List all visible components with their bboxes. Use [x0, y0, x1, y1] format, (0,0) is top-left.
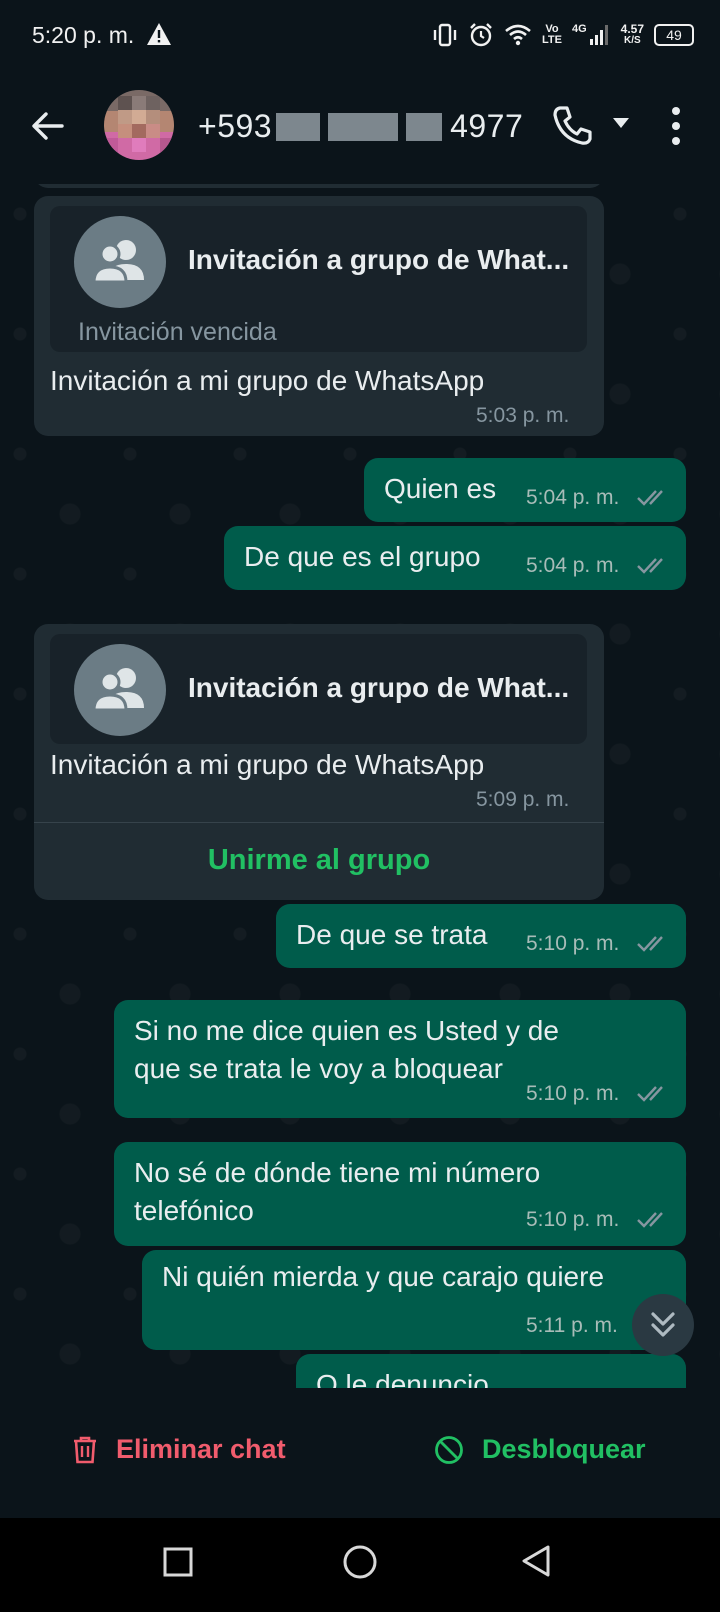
divider [34, 822, 604, 823]
vibrate-icon [433, 23, 457, 47]
message-text: Invitación a mi grupo de WhatsApp [50, 749, 485, 780]
chat-messages[interactable]: Invitación a grupo de What... Invitación… [0, 184, 720, 1388]
double-chevron-down-icon [651, 1312, 675, 1337]
double-check-icon [637, 558, 663, 574]
message-time: 5:03 p. m. [476, 404, 570, 427]
block-icon [435, 1435, 463, 1464]
battery-indicator: 49 [654, 24, 694, 46]
chevron-down-icon[interactable] [612, 116, 630, 130]
alarm-icon [470, 23, 492, 47]
group-invite-card[interactable]: Invitación a grupo de What... Invitación… [50, 206, 587, 352]
double-check-icon [637, 1212, 663, 1228]
avatar[interactable] [104, 90, 174, 160]
message-bubble-outgoing[interactable]: De que es el grupo 5:04 p. m. [224, 526, 686, 590]
unblock-label: Desbloquear [482, 1434, 646, 1464]
message-text: De que se trata [296, 919, 488, 950]
more-vert-icon[interactable] [664, 104, 688, 148]
message-text: Invitación a mi grupo de WhatsApp [50, 365, 485, 396]
message-bubble-outgoing[interactable]: Ni quién mierda y que carajo quiere 5:11… [142, 1250, 686, 1350]
double-check-icon [637, 490, 663, 506]
message-text: Ni quién mierda y que carajo quiere [162, 1261, 605, 1292]
double-check-icon [637, 1086, 663, 1102]
message-time: 5:10 p. m. [526, 1208, 620, 1231]
group-invite-card[interactable]: Invitación a grupo de What... [50, 634, 587, 744]
unblock-button[interactable]: Desbloquear [434, 1434, 646, 1465]
group-icon [92, 240, 144, 284]
message-bubble-outgoing[interactable]: O le denuncio [296, 1354, 686, 1388]
message-time: 5:04 p. m. [526, 486, 620, 509]
system-nav-bar [0, 1518, 720, 1612]
group-invite-message[interactable]: Invitación a grupo de What... Invitación… [34, 196, 604, 436]
invite-title: Invitación a grupo de What... [188, 672, 570, 703]
volte-indicator: Vo LTE [541, 23, 562, 46]
message-time: 5:09 p. m. [476, 788, 570, 811]
message-time: 5:11 p. m. [526, 1314, 618, 1337]
group-invite-message[interactable]: Invitación a grupo de What... Invitación… [34, 624, 604, 900]
signal-icon [589, 25, 608, 45]
blocked-chat-actions: Eliminar chat Desbloquear [0, 1388, 720, 1518]
invite-status: Invitación vencida [78, 318, 277, 346]
group-avatar [74, 644, 166, 736]
recents-icon[interactable] [162, 1546, 194, 1578]
home-icon[interactable] [342, 1544, 378, 1580]
message-bubble-outgoing[interactable]: No sé de dónde tiene mi número telefónic… [114, 1142, 686, 1246]
delete-chat-label: Eliminar chat [116, 1434, 286, 1464]
message-bubble-outgoing[interactable]: Si no me dice quien es Usted y de que se… [114, 1000, 686, 1118]
contact-number-prefix: +593 [198, 108, 273, 144]
arrow-left-icon[interactable] [28, 106, 68, 146]
status-time: 5:20 p. m. [32, 22, 135, 48]
join-group-button[interactable]: Unirme al grupo [34, 844, 604, 877]
trash-icon [74, 1436, 96, 1463]
delete-chat-button[interactable]: Eliminar chat [72, 1434, 286, 1465]
status-bar: 5:20 p. m. Vo LTE 4G 4.57 K/S 49 [0, 0, 720, 72]
message-bubble-partial[interactable] [34, 184, 604, 188]
message-text: Quien es [384, 473, 497, 504]
contact-name[interactable]: +593 4977 [198, 108, 523, 145]
message-text: De que es el grupo [244, 541, 481, 572]
message-bubble-outgoing[interactable]: Quien es 5:04 p. m. [364, 458, 686, 522]
chat-header: +593 4977 [0, 72, 720, 184]
back-nav-icon[interactable] [520, 1544, 552, 1578]
message-time: 5:04 p. m. [526, 554, 620, 577]
warning-icon [147, 23, 171, 45]
network-speed: 4.57 K/S [620, 22, 644, 46]
phone-icon[interactable] [552, 104, 592, 146]
double-check-icon [637, 936, 663, 952]
group-avatar [74, 216, 166, 308]
network-type: 4G [571, 23, 587, 35]
message-text: No sé de dónde tiene mi número telefónic… [134, 1157, 541, 1226]
redacted-block [276, 112, 321, 141]
network-signal: 4G [572, 24, 611, 46]
redacted-block [406, 112, 443, 141]
group-icon [92, 668, 144, 712]
invite-title: Invitación a grupo de What... [188, 244, 570, 275]
message-time: 5:10 p. m. [526, 932, 620, 955]
wifi-icon [505, 24, 531, 46]
message-text: Si no me dice quien es Usted y de que se… [134, 1015, 559, 1084]
message-time: 5:10 p. m. [526, 1082, 620, 1105]
scroll-to-bottom-button[interactable] [632, 1294, 694, 1356]
redacted-block [328, 112, 399, 141]
contact-number-suffix: 4977 [450, 108, 524, 144]
message-bubble-outgoing[interactable]: De que se trata 5:10 p. m. [276, 904, 686, 968]
message-text: O le denuncio [316, 1369, 489, 1388]
